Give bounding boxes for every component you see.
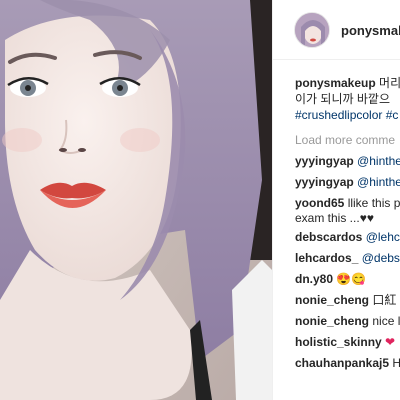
comment-item: nonie_cheng 口紅 (295, 290, 400, 311)
caption-text: 이가 되니까 바깥으 (295, 92, 390, 106)
comment-item: lehcardos_ @debsc (295, 248, 400, 269)
comment-username[interactable]: debscardos (295, 230, 362, 244)
portrait-image (0, 0, 272, 400)
comment-username[interactable]: yyyingyap (295, 154, 354, 168)
load-more-comments-link[interactable]: Load more comme (295, 129, 400, 151)
comments-section: ponysmakeup 머리 이가 되니까 바깥으 #crushedlipcol… (295, 75, 400, 374)
comment-text[interactable]: @lehca (366, 230, 400, 244)
comment-item: yoond65 llike this p exam this ...♥♥ (295, 193, 400, 227)
avatar-image (295, 13, 329, 47)
comment-text[interactable]: @debsc (362, 251, 400, 265)
caption-username[interactable]: ponysmakeup (295, 76, 376, 90)
comment-item: holistic_skinny ❤ (295, 332, 400, 353)
comment-text[interactable]: @hinthe (357, 154, 400, 168)
comment-text[interactable]: @hinthe (357, 175, 400, 189)
comment-item: yyyingyap @hinthe (295, 172, 400, 193)
comment-text: llike this p (347, 196, 400, 210)
comment-username[interactable]: yoond65 (295, 196, 344, 210)
comment-item: yyyingyap @hinthe (295, 151, 400, 172)
comment-text: nice l (372, 314, 400, 328)
caption-hashtags[interactable]: #crushedlipcolor #c (295, 107, 400, 123)
comment-username[interactable]: nonie_cheng (295, 314, 369, 328)
comment-text: 口紅 (372, 293, 397, 307)
avatar[interactable] (294, 12, 330, 48)
comment-text: H (392, 356, 400, 370)
comment-item: debscardos @lehca (295, 227, 400, 248)
comment-username[interactable]: yyyingyap (295, 175, 354, 189)
comment-username[interactable]: dn.y80 (295, 272, 333, 286)
comment-username[interactable]: nonie_cheng (295, 293, 369, 307)
heart-icon: ❤ (385, 335, 396, 349)
post-photo[interactable] (0, 0, 272, 400)
post-username[interactable]: ponysmake (341, 23, 400, 38)
post-caption: ponysmakeup 머리 이가 되니까 바깥으 #crushedlipcol… (295, 75, 400, 123)
comment-item: dn.y80 😍😋 (295, 269, 400, 290)
comment-text: 😍😋 (336, 272, 367, 286)
comment-item: chauhanpankaj5 H (295, 353, 400, 374)
comment-text: exam this ...♥♥ (295, 211, 374, 225)
comment-username[interactable]: lehcardos_ (295, 251, 358, 265)
comment-username[interactable]: chauhanpankaj5 (295, 356, 389, 370)
comment-username[interactable]: holistic_skinny (295, 335, 382, 349)
post-header: ponysmake (273, 0, 400, 60)
caption-text: 머리 (379, 76, 400, 90)
comment-item: nonie_cheng nice l (295, 311, 400, 332)
post-panel: ponysmake ponysmakeup 머리 이가 되니까 바깥으 #cru… (272, 0, 400, 400)
